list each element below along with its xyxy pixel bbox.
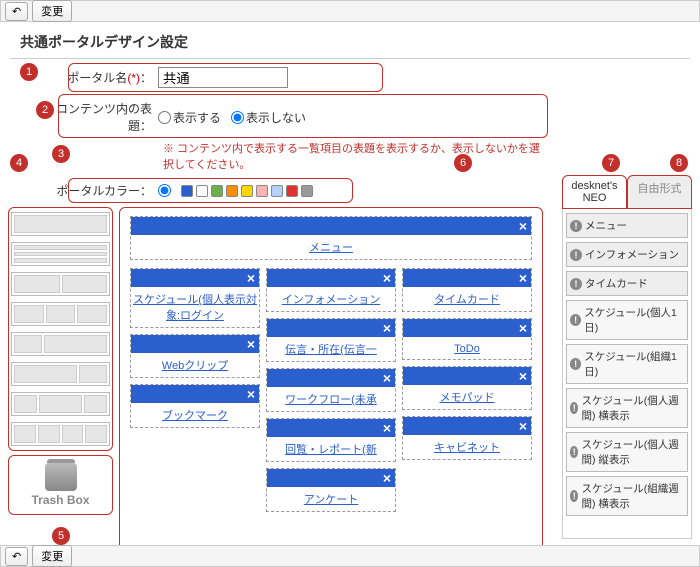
content-list-item[interactable]: !スケジュール(個人週間) 縦表示: [566, 432, 688, 472]
close-icon[interactable]: ×: [519, 321, 527, 335]
widget[interactable]: × 回覧・レポート(新: [266, 418, 396, 462]
widget-link[interactable]: スケジュール(個人表示対象:ログイン: [133, 294, 257, 322]
trash-label: Trash Box: [31, 493, 89, 507]
layout-option[interactable]: [11, 242, 110, 266]
close-icon[interactable]: ×: [383, 421, 391, 435]
widget-link[interactable]: アンケート: [304, 494, 359, 506]
content-list-item[interactable]: !スケジュール(組織1日): [566, 344, 688, 384]
back-button[interactable]: ↶: [5, 2, 28, 21]
content-list-item[interactable]: !スケジュール(個人1日): [566, 300, 688, 340]
close-icon[interactable]: ×: [383, 371, 391, 385]
color-swatch[interactable]: [241, 185, 253, 197]
widget-link[interactable]: 回覧・レポート(新: [285, 444, 377, 456]
required-mark: (*): [127, 71, 140, 85]
content-list-item[interactable]: !スケジュール(個人週間) 横表示: [566, 388, 688, 428]
widget[interactable]: × メモパッド: [402, 366, 532, 410]
content-title-row: コンテンツ内の表題： 表示する 表示しない: [8, 92, 543, 138]
tab-freeform[interactable]: 自由形式: [627, 175, 692, 209]
portal-color-label: ポータルカラー：: [48, 182, 158, 199]
color-swatch[interactable]: [256, 185, 268, 197]
widget-link[interactable]: ToDo: [454, 343, 480, 355]
layout-templates: [8, 207, 113, 451]
widget[interactable]: × タイムカード: [402, 268, 532, 312]
info-icon: !: [570, 249, 582, 261]
widget[interactable]: × ブックマーク: [130, 384, 260, 428]
widget-link[interactable]: ブックマーク: [162, 410, 228, 422]
page-title: 共通ポータルデザイン設定: [10, 26, 690, 59]
color-swatch[interactable]: [181, 185, 193, 197]
content-title-label: コンテンツ内の表題：: [48, 100, 158, 134]
widget[interactable]: × キャビネット: [402, 416, 532, 460]
color-radio[interactable]: [158, 184, 171, 197]
color-swatches: [181, 185, 313, 197]
widget[interactable]: × ToDo: [402, 318, 532, 360]
color-swatch[interactable]: [301, 185, 313, 197]
content-list-item[interactable]: !タイムカード: [566, 271, 688, 296]
portal-color-row: ポータルカラー：: [8, 176, 543, 203]
change-button[interactable]: 変更: [32, 0, 72, 22]
close-icon[interactable]: ×: [519, 369, 527, 383]
color-swatch[interactable]: [226, 185, 238, 197]
widget[interactable]: × ワークフロー(未承: [266, 368, 396, 412]
close-icon[interactable]: ×: [383, 271, 391, 285]
layout-option[interactable]: [11, 362, 110, 386]
widget[interactable]: × 伝言・所在(伝言一: [266, 318, 396, 362]
widget-link[interactable]: ワークフロー(未承: [285, 394, 377, 406]
close-icon[interactable]: ×: [519, 219, 527, 233]
widget[interactable]: ×インフォメーション: [266, 268, 396, 312]
close-icon[interactable]: ×: [247, 387, 255, 401]
layout-option[interactable]: [11, 332, 110, 356]
trash-box[interactable]: Trash Box: [8, 455, 113, 515]
close-icon[interactable]: ×: [247, 337, 255, 351]
content-list-item[interactable]: !スケジュール(組織週間) 横表示: [566, 476, 688, 516]
close-icon[interactable]: ×: [383, 471, 391, 485]
color-swatch[interactable]: [271, 185, 283, 197]
layout-option[interactable]: [11, 392, 110, 416]
info-icon: !: [570, 490, 578, 502]
portal-name-input[interactable]: [158, 67, 288, 88]
info-icon: !: [570, 220, 582, 232]
info-icon: !: [570, 314, 581, 326]
close-icon[interactable]: ×: [519, 419, 527, 433]
color-swatch[interactable]: [286, 185, 298, 197]
color-swatch[interactable]: [196, 185, 208, 197]
layout-option[interactable]: [11, 212, 110, 236]
change-button[interactable]: 変更: [32, 545, 72, 567]
content-list: !メニュー!インフォメーション!タイムカード!スケジュール(個人1日)!スケジュ…: [562, 209, 692, 539]
close-icon[interactable]: ×: [519, 271, 527, 285]
content-list-item[interactable]: !メニュー: [566, 213, 688, 238]
color-swatch[interactable]: [211, 185, 223, 197]
radio-hide[interactable]: 表示しない: [231, 109, 306, 126]
close-icon[interactable]: ×: [247, 271, 255, 285]
info-icon: !: [570, 446, 578, 458]
design-canvas[interactable]: × メニュー × スケジュール(個人表示対象:ログイン × Webクリップ × ブックマー…: [119, 207, 543, 557]
info-icon: !: [570, 402, 578, 414]
info-icon: !: [570, 358, 581, 370]
widget-link[interactable]: 伝言・所在(伝言一: [285, 344, 377, 356]
close-icon[interactable]: ×: [383, 321, 391, 335]
portal-name-row: ポータル名(*)：: [8, 63, 543, 92]
tab-desknet[interactable]: desknet's NEO: [562, 175, 627, 209]
widget-link[interactable]: タイムカード: [434, 294, 500, 306]
widget-link[interactable]: インフォメーション: [282, 294, 380, 306]
back-button[interactable]: ↶: [5, 547, 28, 566]
widget-menu: × メニュー: [130, 216, 532, 260]
widget[interactable]: × Webクリップ: [130, 334, 260, 378]
side-panel: desknet's NEO 自由形式 !メニュー !インフォメーション !タイムカー…: [562, 175, 692, 539]
portal-name-label: ポータル名: [67, 71, 127, 85]
widget[interactable]: × スケジュール(個人表示対象:ログイン: [130, 268, 260, 328]
content-list-item[interactable]: !インフォメーション: [566, 242, 688, 267]
widget-link[interactable]: メモパッド: [440, 392, 495, 404]
content-title-note: ※ コンテンツ内で表示する一覧項目の表題を表示するか、表示しないかを選択してくだ…: [8, 138, 543, 176]
trash-icon: [45, 463, 77, 491]
layout-option[interactable]: [11, 302, 110, 326]
widget-link[interactable]: Webクリップ: [162, 360, 228, 372]
widget-link[interactable]: メニュー: [309, 242, 353, 254]
layout-option[interactable]: [11, 422, 110, 446]
widget-link[interactable]: キャビネット: [434, 442, 500, 454]
widget[interactable]: × アンケート: [266, 468, 396, 512]
info-icon: !: [570, 278, 582, 290]
radio-show[interactable]: 表示する: [158, 109, 221, 126]
layout-option[interactable]: [11, 272, 110, 296]
